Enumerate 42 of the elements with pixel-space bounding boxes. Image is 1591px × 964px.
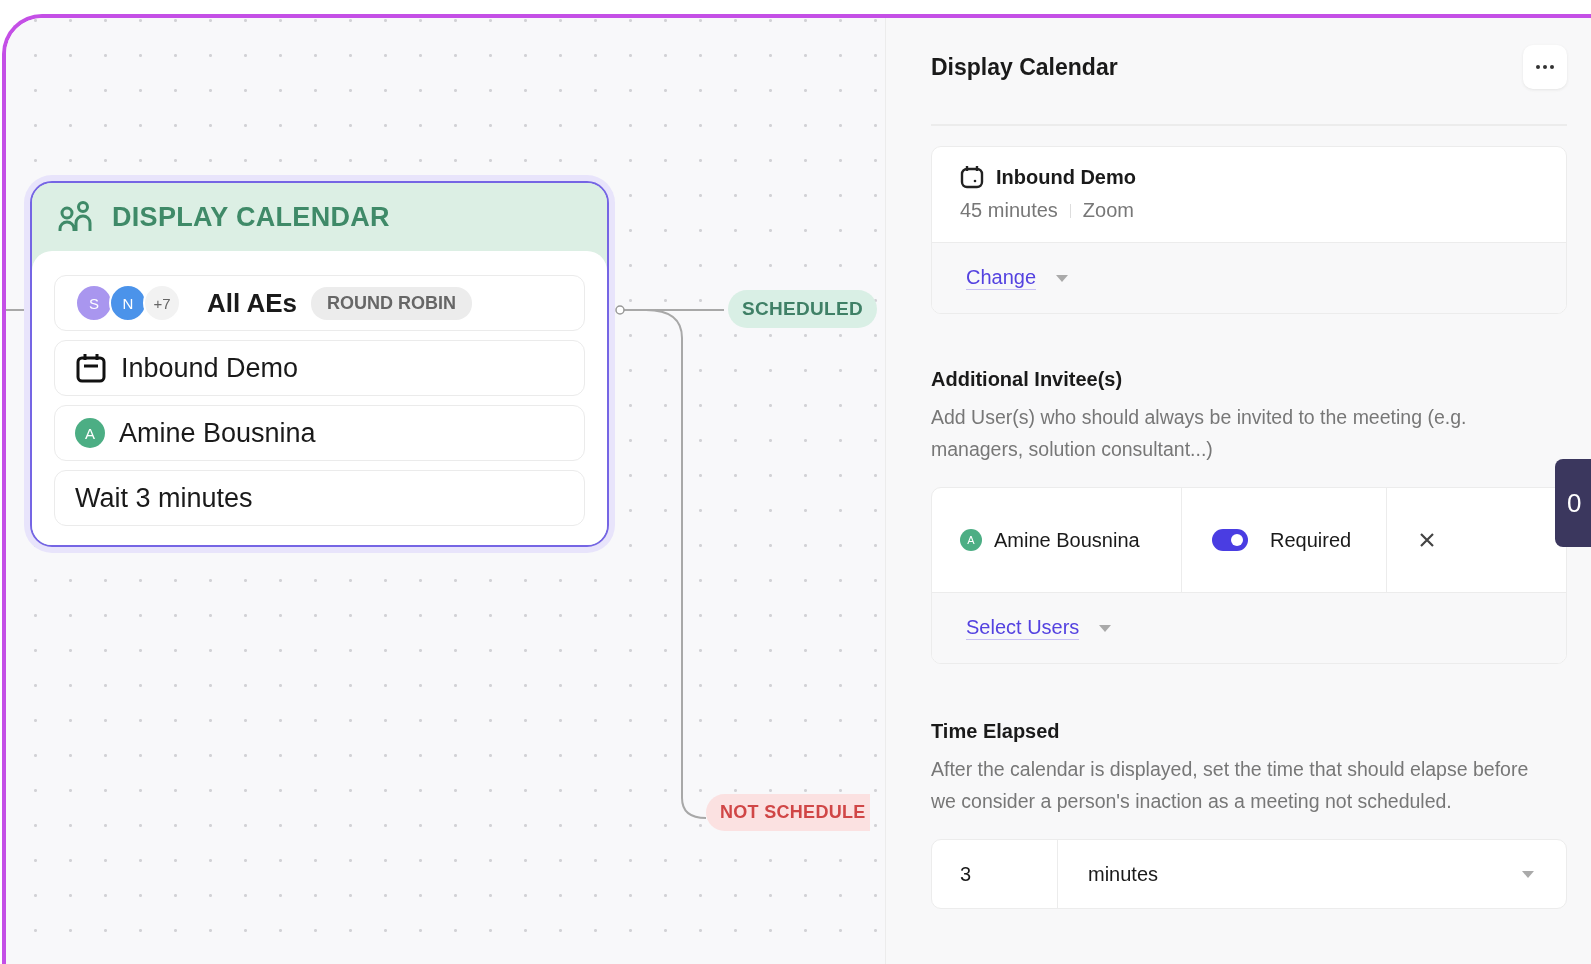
wait-row[interactable]: Wait 3 minutes	[54, 470, 585, 526]
connection-handle[interactable]	[615, 305, 625, 315]
required-label: Required	[1270, 528, 1352, 552]
section-heading: Time Elapsed	[931, 720, 1061, 743]
meeting-name: Inbound Demo	[121, 352, 299, 384]
calendar-icon	[75, 352, 107, 384]
more-count: +7	[143, 284, 181, 322]
round-robin-badge: ROUND ROBIN	[311, 286, 473, 320]
caret-icon	[1522, 870, 1534, 878]
avatar: A	[75, 418, 105, 448]
side-tab[interactable]: 0	[1555, 459, 1591, 547]
group-name: All AEs	[207, 287, 298, 319]
host-name: Amine Bousnina	[119, 417, 316, 449]
host-row[interactable]: A Amine Bousnina	[54, 405, 585, 461]
people-icon	[58, 201, 92, 233]
meeting-duration: 45 minutes	[960, 199, 1058, 222]
section-description: Add User(s) who should always be invited to the meeting (e.g. managers, solution consultant...)	[931, 405, 1468, 462]
wait-text: Wait 3 minutes	[75, 482, 253, 514]
panel-title: Display Calendar	[931, 53, 1118, 81]
caret-icon	[1056, 274, 1069, 282]
section-description: After the calendar is displayed, set the time that should elapse before we consider a person's inaction as a meeting not scheduled.	[931, 757, 1529, 814]
caret-icon	[1099, 624, 1112, 632]
node-title: DISPLAY CALENDAR	[112, 201, 390, 233]
avatar: A	[960, 529, 982, 551]
more-icon	[1535, 64, 1555, 70]
select-users-link[interactable]: Select Users	[966, 616, 1080, 640]
invitee-name: Amine Bousnina	[994, 528, 1140, 552]
branch-label[interactable]: NOT SCHEDULE	[706, 794, 870, 831]
change-link[interactable]: Change	[966, 266, 1037, 290]
calendar-icon	[960, 165, 984, 189]
unit-dropdown[interactable]: minutes	[1058, 840, 1566, 908]
avatar: S	[75, 284, 113, 322]
meeting-name: Inbound Demo	[996, 165, 1136, 189]
amount-field[interactable]: 3	[932, 840, 1058, 908]
close-icon[interactable]	[1419, 532, 1435, 548]
section-heading: Additional Invitee(s)	[931, 368, 1124, 391]
meeting-location: Zoom	[1082, 199, 1134, 222]
branch-label[interactable]: SCHEDULED	[728, 290, 877, 328]
avatar: N	[109, 284, 147, 322]
assignee-row[interactable]: S N +7 All AEs ROUND ROBIN	[54, 275, 585, 331]
meeting-row[interactable]: Inbound Demo	[54, 340, 585, 396]
required-toggle[interactable]	[1212, 529, 1248, 551]
